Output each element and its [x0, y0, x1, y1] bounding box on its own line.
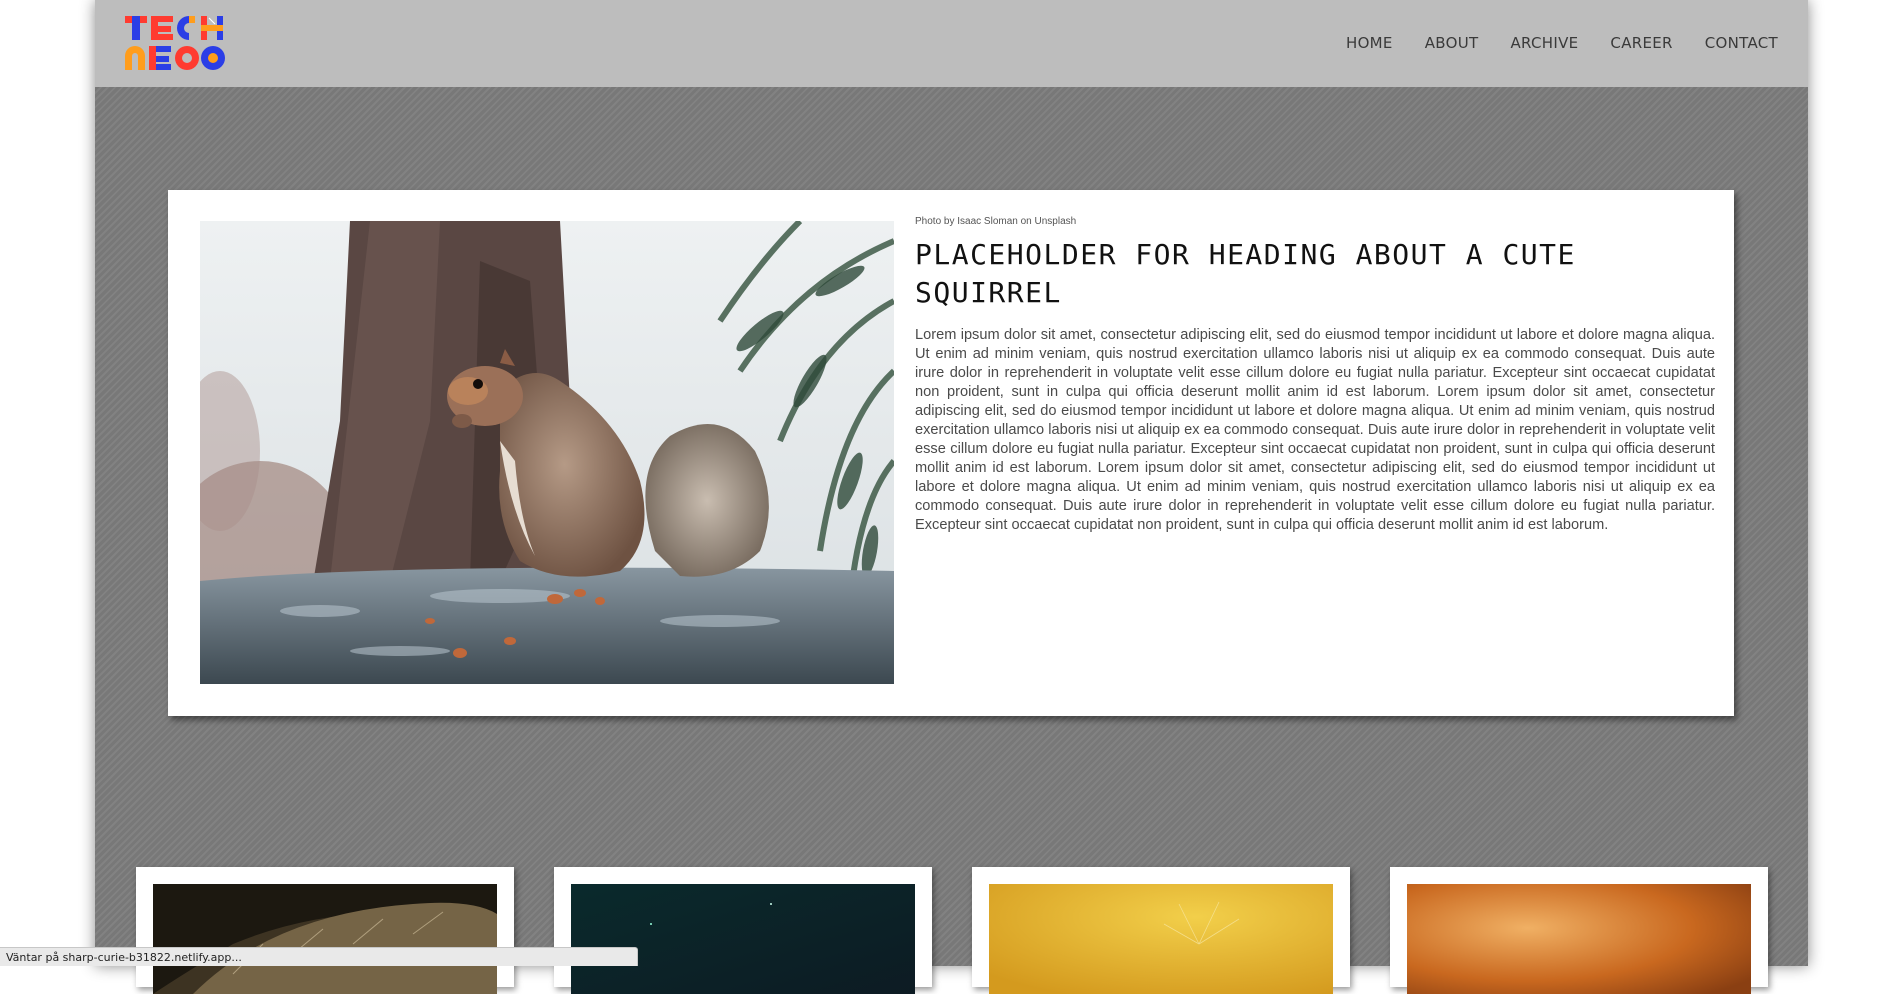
thumbnail-card-4[interactable]	[1390, 867, 1768, 994]
squirrel-image	[200, 221, 894, 684]
page-container: HOME ABOUT ARCHIVE CAREER CONTACT Photo …	[95, 0, 1808, 994]
article-heading: PLACEHOLDER FOR HEADING ABOUT A CUTE SQU…	[915, 238, 1576, 309]
browser-status-bar: Väntar på sharp-curie-b31822.netlify.app…	[0, 947, 638, 966]
orange-blur-image	[1407, 884, 1751, 994]
squirrel-photo	[200, 221, 894, 684]
thumbnail-card-2[interactable]	[554, 867, 932, 994]
feature-article-card: Photo by Isaac Sloman on Unsplash PLACEH…	[168, 190, 1734, 716]
nav-home-link[interactable]: HOME	[1346, 34, 1393, 52]
cactus-image	[153, 884, 497, 994]
night-sky-image	[571, 884, 915, 994]
dandelion-image	[989, 884, 1333, 994]
site-logo[interactable]	[123, 12, 227, 74]
photo-credit: Photo by Isaac Sloman on Unsplash	[915, 216, 1077, 227]
logo-graphic	[125, 16, 225, 70]
thumbnail-card-3[interactable]	[972, 867, 1350, 994]
site-header: HOME ABOUT ARCHIVE CAREER CONTACT	[95, 0, 1808, 87]
main-navigation: HOME ABOUT ARCHIVE CAREER CONTACT	[1314, 34, 1778, 52]
nav-about-link[interactable]: ABOUT	[1425, 34, 1479, 52]
nav-career-link[interactable]: CAREER	[1610, 34, 1672, 52]
nav-contact-link[interactable]: CONTACT	[1705, 34, 1778, 52]
article-body: Lorem ipsum dolor sit amet, consectetur …	[915, 327, 1715, 533]
thumbnail-card-1[interactable]	[136, 867, 514, 994]
nav-archive-link[interactable]: ARCHIVE	[1510, 34, 1578, 52]
